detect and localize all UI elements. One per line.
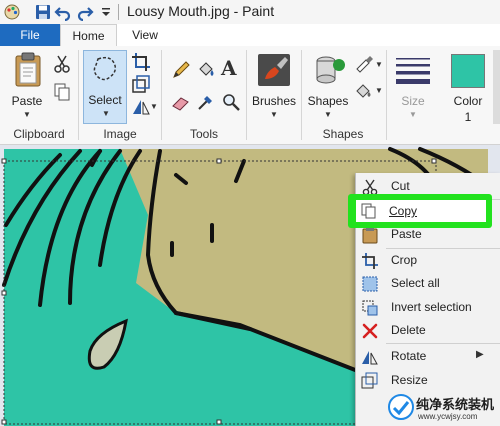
color-picker-icon[interactable] [196, 92, 216, 112]
watermark: 纯净系统装机 www.ycwjsy.com [388, 392, 500, 426]
shapes-icon [316, 56, 345, 84]
paint-app-icon [4, 4, 20, 20]
watermark-logo-icon [388, 394, 414, 420]
paste-dropdown-caret[interactable]: ▼ [23, 110, 31, 119]
color1-button[interactable]: Color 1 [443, 50, 493, 124]
watermark-text: 纯净系统装机 [416, 397, 495, 412]
color1-number: 1 [464, 110, 472, 124]
menu-item-label: Rotate [391, 349, 427, 363]
menu-item-label: Select all [391, 276, 440, 290]
tools-group-label: Tools [189, 127, 218, 141]
text-tool-icon[interactable]: A [221, 56, 237, 80]
submenu-arrow-icon: ▶ [476, 349, 484, 360]
crop-icon [362, 253, 378, 269]
outline-icon[interactable] [354, 54, 374, 74]
menu-item-select-all[interactable]: Select all [356, 272, 500, 295]
brushes-label: Brushes [251, 94, 297, 108]
color2-button[interactable] [493, 50, 500, 124]
copy-icon [361, 203, 376, 219]
menu-item-label: Paste [391, 227, 422, 241]
tab-home[interactable]: Home [60, 24, 117, 47]
title-bar: Lousy Mouth.jpg - Paint [0, 0, 500, 25]
eraser-icon[interactable] [171, 92, 191, 112]
rotate-icon[interactable] [131, 96, 151, 116]
line-size-icon [396, 58, 430, 84]
watermark-url: www.ycwjsy.com [418, 412, 478, 421]
color1-label: Color [453, 94, 483, 108]
free-form-select-icon [93, 56, 117, 81]
group-separator [246, 50, 247, 140]
undo-icon[interactable] [54, 3, 72, 21]
size-label: Size [401, 94, 425, 108]
fill-icon[interactable] [354, 80, 374, 100]
clipboard-group-label: Clipboard [13, 127, 65, 141]
ribbon: Paste ▼ Clipboard Select ▼ ▼ Image A Too… [0, 46, 500, 145]
customize-quick-access-icon[interactable] [97, 3, 115, 21]
group-separator [386, 50, 387, 140]
rotate-dropdown-caret[interactable]: ▼ [150, 102, 158, 111]
fill-bucket-icon[interactable] [196, 60, 216, 80]
menu-item-label: Copy [389, 204, 418, 218]
image-group-label: Image [103, 127, 137, 141]
ribbon-tabs: File Home View [0, 24, 500, 47]
title-divider [118, 4, 119, 20]
size-button[interactable]: Size ▼ [390, 50, 436, 124]
select-all-icon [362, 276, 378, 292]
brushes-dropdown-caret[interactable]: ▼ [270, 110, 278, 119]
menu-item-invert-selection[interactable]: Invert selection [356, 296, 500, 319]
crop-icon[interactable] [131, 52, 151, 72]
invert-selection-icon [362, 300, 378, 316]
rotate-icon [362, 351, 378, 365]
size-dropdown-caret[interactable]: ▼ [409, 110, 417, 119]
color1-swatch [451, 54, 485, 88]
shapes-group-label: Shapes [322, 127, 364, 141]
select-button[interactable]: Select ▼ [83, 50, 127, 124]
fill-dropdown-caret[interactable]: ▼ [375, 86, 383, 95]
tab-view[interactable]: View [118, 24, 172, 46]
menu-item-label: Crop [391, 253, 418, 267]
brush-icon [258, 54, 290, 86]
menu-separator [386, 343, 500, 344]
clipboard-paste-icon [15, 52, 41, 87]
group-separator [78, 50, 79, 140]
menu-item-label: Cut [391, 179, 410, 193]
resize-icon[interactable] [131, 74, 151, 94]
resize-icon [361, 372, 378, 389]
menu-item-copy[interactable]: Copy [356, 200, 486, 222]
menu-item-label: Invert selection [391, 300, 472, 314]
menu-item-label: Resize [391, 373, 428, 387]
paste-button[interactable]: Paste ▼ [6, 50, 48, 122]
menu-item-rotate[interactable]: Rotate ▶ [356, 345, 500, 368]
shapes-dropdown-caret[interactable]: ▼ [324, 110, 332, 119]
delete-x-icon [362, 323, 378, 339]
menu-item-resize[interactable]: Resize [356, 369, 500, 392]
select-dropdown-caret[interactable]: ▼ [102, 109, 110, 118]
save-icon[interactable] [34, 3, 52, 21]
menu-item-label: Delete [391, 323, 426, 337]
paste-label: Paste [11, 94, 43, 108]
brushes-button[interactable]: Brushes ▼ [250, 50, 298, 124]
shapes-button[interactable]: Shapes ▼ [305, 50, 351, 124]
tab-file[interactable]: File [0, 24, 60, 46]
cut-icon[interactable] [52, 54, 72, 74]
select-label: Select [88, 93, 122, 107]
copy-icon[interactable] [52, 82, 72, 102]
magnifier-icon[interactable] [221, 92, 241, 112]
menu-item-delete[interactable]: Delete [356, 319, 500, 342]
paste-icon [362, 227, 378, 244]
redo-icon[interactable] [76, 3, 94, 21]
shapes-label: Shapes [307, 94, 349, 108]
window-title: Lousy Mouth.jpg - Paint [127, 3, 275, 19]
outline-dropdown-caret[interactable]: ▼ [375, 60, 383, 69]
menu-item-crop[interactable]: Crop [356, 249, 500, 272]
pencil-icon[interactable] [171, 60, 191, 80]
